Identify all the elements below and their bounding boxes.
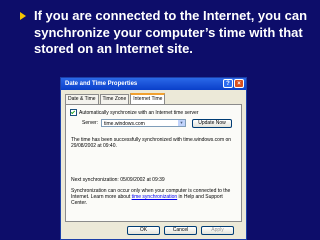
tab-bar: Date & Time Time Zone Internet Time	[65, 93, 166, 105]
server-value: time.windows.com	[104, 121, 145, 127]
tab-time-zone[interactable]: Time Zone	[99, 94, 130, 104]
auto-sync-label: Automatically synchronize with an Intern…	[79, 109, 199, 116]
apply-button[interactable]: Apply	[201, 226, 234, 235]
help-button[interactable]: ?	[223, 79, 233, 88]
dialog-titlebar: Date and Time Properties ? ×	[61, 78, 246, 90]
time-sync-help-link[interactable]: time synchronization	[132, 194, 178, 200]
date-time-dialog: Date and Time Properties ? × Date & Time…	[60, 77, 247, 240]
next-sync-text: Next synchronization: 05/09/2002 at 09:3…	[71, 177, 165, 183]
chevron-down-icon[interactable]: ▼	[178, 120, 185, 126]
auto-sync-row: Automatically synchronize with an Intern…	[70, 109, 199, 116]
bullet-arrow-icon	[20, 12, 26, 20]
sync-info-text: Synchronization can occur only when your…	[71, 188, 237, 206]
bullet-point: If you are connected to the Internet, yo…	[20, 8, 314, 58]
dialog-title: Date and Time Properties	[65, 81, 138, 87]
auto-sync-checkbox[interactable]	[70, 109, 77, 116]
internet-time-panel: Automatically synchronize with an Intern…	[65, 104, 242, 222]
server-combobox[interactable]: time.windows.com ▼	[101, 119, 186, 127]
server-label: Server:	[82, 120, 99, 126]
dialog-footer: OK Cancel Apply	[61, 226, 246, 238]
tab-date-time[interactable]: Date & Time	[65, 94, 99, 104]
update-now-button[interactable]: Update Now	[192, 119, 232, 128]
close-button[interactable]: ×	[234, 79, 244, 88]
sync-status-message: The time has been successfully synchroni…	[71, 137, 232, 149]
ok-button[interactable]: OK	[127, 226, 160, 235]
bullet-text: If you are connected to the Internet, yo…	[34, 8, 308, 56]
cancel-button[interactable]: Cancel	[164, 226, 197, 235]
